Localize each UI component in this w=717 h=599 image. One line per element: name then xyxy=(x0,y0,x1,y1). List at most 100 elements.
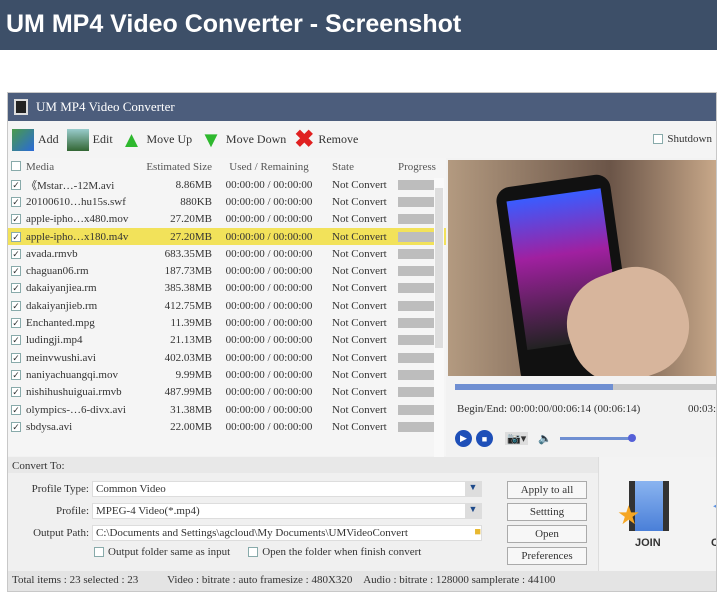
media-size: 9.99MB xyxy=(175,368,212,381)
add-button[interactable]: Add xyxy=(12,128,59,151)
volume-slider[interactable] xyxy=(559,434,636,442)
media-name: olympics-…6-divx.avi xyxy=(26,403,126,416)
header-progress[interactable]: Progress xyxy=(398,161,446,173)
row-checkbox[interactable]: ✓ xyxy=(11,283,21,294)
list-header: Media Estimated Size Used / Remaining St… xyxy=(8,158,446,176)
media-time: 00:00:00 / 00:00:00 xyxy=(225,282,313,295)
table-row[interactable]: ✓ naniyachuangqi.mov 9.99MB 00:00:00 / 0… xyxy=(8,366,446,383)
row-checkbox[interactable]: ✓ xyxy=(11,369,21,380)
table-row[interactable]: ✓ avada.rmvb 683.35MB 00:00:00 / 00:00:0… xyxy=(8,245,446,262)
row-checkbox[interactable]: ✓ xyxy=(11,248,21,259)
media-size: 27.20MB xyxy=(170,213,212,226)
media-state: Not Convert xyxy=(332,213,387,226)
setting-button[interactable]: Settting xyxy=(507,503,587,521)
media-time: 00:00:00 / 00:00:00 xyxy=(225,213,313,226)
output-path-value: C:\Documents and Settings\agcloud\My Doc… xyxy=(96,527,408,539)
status-total: Total items : 23 selected : 23 xyxy=(12,574,139,586)
folder-icon[interactable]: ■ xyxy=(474,526,481,538)
open-button[interactable]: Open xyxy=(507,525,587,543)
begin-end-time: Begin/End: 00:00:00/00:06:14 (00:06:14) xyxy=(457,403,641,415)
stop-icon[interactable]: ■ xyxy=(476,430,493,447)
star-icon: ★ xyxy=(617,501,641,530)
snapshot-camera-icon[interactable]: 📷▾ xyxy=(505,432,529,445)
header-used[interactable]: Used / Remaining xyxy=(218,161,320,173)
media-size: 683.35MB xyxy=(164,247,212,260)
convert-label: CO xyxy=(711,537,716,549)
table-row[interactable]: ✓ apple-ipho…x180.m4v 27.20MB 00:00:00 /… xyxy=(8,227,446,246)
media-state: Not Convert xyxy=(332,282,387,295)
scrollbar-thumb[interactable] xyxy=(435,188,443,348)
move-down-button[interactable]: ▼ Move Down xyxy=(200,127,286,153)
app-window: UM MP4 Video Converter Add Edit ▲ Move Up… xyxy=(7,92,717,592)
chevron-down-icon[interactable]: ▼ xyxy=(465,504,481,518)
table-row[interactable]: ✓ 《Mstar…-12M.avi 8.86MB 00:00:00 / 00:0… xyxy=(8,176,446,193)
media-name: dakaiyanjieb.rm xyxy=(26,299,98,312)
shutdown-checkbox[interactable]: Shutdown xyxy=(653,133,712,145)
select-all-checkbox[interactable] xyxy=(11,160,21,171)
row-checkbox[interactable]: ✓ xyxy=(11,266,21,277)
table-row[interactable]: ✓ 20100610…hu15s.swf 880KB 00:00:00 / 00… xyxy=(8,193,446,210)
media-time: 00:00:00 / 00:00:00 xyxy=(225,403,313,416)
header-state[interactable]: State xyxy=(320,161,398,173)
header-size[interactable]: Estimated Size xyxy=(136,161,218,173)
row-checkbox[interactable]: ✓ xyxy=(11,179,21,190)
table-row[interactable]: ✓ sbdysa.avi 22.00MB 00:00:00 / 00:00:00… xyxy=(8,418,446,435)
seek-bar[interactable] xyxy=(455,384,716,390)
output-path-field[interactable]: C:\Documents and Settings\agcloud\My Doc… xyxy=(92,525,482,541)
header-media[interactable]: Media xyxy=(26,161,136,173)
row-checkbox[interactable]: ✓ xyxy=(11,404,21,415)
media-time: 00:00:00 / 00:00:00 xyxy=(225,368,313,381)
preferences-button[interactable]: Preferences xyxy=(507,547,587,565)
list-scrollbar[interactable] xyxy=(434,178,444,458)
add-label: Add xyxy=(38,132,59,146)
table-row[interactable]: ✓ chaguan06.rm 187.73MB 00:00:00 / 00:00… xyxy=(8,262,446,279)
chevron-down-icon[interactable]: ▼ xyxy=(465,482,481,496)
table-row[interactable]: ✓ apple-ipho…x480.mov 27.20MB 00:00:00 /… xyxy=(8,211,446,228)
profile-type-select[interactable]: Common Video ▼ xyxy=(92,481,482,497)
media-name: naniyachuangqi.mov xyxy=(26,368,118,381)
table-row[interactable]: ✓ olympics-…6-divx.avi 31.38MB 00:00:00 … xyxy=(8,401,446,418)
table-row[interactable]: ✓ ludingji.mp4 21.13MB 00:00:00 / 00:00:… xyxy=(8,332,446,349)
media-state: Not Convert xyxy=(332,299,387,312)
table-row[interactable]: ✓ Enchanted.mpg 11.39MB 00:00:00 / 00:00… xyxy=(8,314,446,331)
row-checkbox[interactable]: ✓ xyxy=(11,196,21,207)
volume-icon: 🔈 xyxy=(538,433,552,445)
profile-select[interactable]: MPEG-4 Video(*.mp4) ▼ xyxy=(92,503,482,519)
table-row[interactable]: ✓ dakaiyanjieb.rm 412.75MB 00:00:00 / 00… xyxy=(8,297,446,314)
arrow-up-icon: ▲ xyxy=(120,126,143,152)
row-checkbox[interactable]: ✓ xyxy=(11,231,21,242)
table-row[interactable]: ✓ nishihushuiguai.rmvb 487.99MB 00:00:00… xyxy=(8,384,446,401)
row-checkbox[interactable]: ✓ xyxy=(11,300,21,311)
convert-to-label: Convert To: xyxy=(8,457,598,473)
row-checkbox[interactable]: ✓ xyxy=(11,352,21,363)
edit-button[interactable]: Edit xyxy=(66,128,113,151)
row-checkbox[interactable]: ✓ xyxy=(11,318,21,329)
media-size: 8.86MB xyxy=(175,178,212,191)
media-size: 21.13MB xyxy=(170,334,212,347)
remove-button[interactable]: ✖ Remove xyxy=(294,125,358,154)
media-name: Enchanted.mpg xyxy=(26,317,95,330)
media-state: Not Convert xyxy=(332,403,387,416)
title-bar: UM MP4 Video Converter xyxy=(8,93,716,121)
move-up-button[interactable]: ▲ Move Up xyxy=(121,127,192,153)
table-row[interactable]: ✓ dakaiyanjiea.rm 385.38MB 00:00:00 / 00… xyxy=(8,280,446,297)
row-checkbox[interactable]: ✓ xyxy=(11,387,21,398)
play-icon[interactable]: ▶ xyxy=(455,430,472,447)
media-state: Not Convert xyxy=(332,334,387,347)
media-state: Not Convert xyxy=(332,178,387,191)
row-checkbox[interactable]: ✓ xyxy=(11,421,21,432)
status-audio: Audio : bitrate : 128000 samplerate : 44… xyxy=(363,574,556,586)
convert-arrow-icon: ◀ xyxy=(713,487,716,522)
apply-to-all-button[interactable]: Apply to all xyxy=(507,481,587,499)
same-folder-checkbox[interactable] xyxy=(94,547,104,557)
media-size: 880KB xyxy=(180,195,212,208)
row-checkbox[interactable]: ✓ xyxy=(11,335,21,346)
media-name: chaguan06.rm xyxy=(26,265,89,278)
table-row[interactable]: ✓ meinvwushi.avi 402.03MB 00:00:00 / 00:… xyxy=(8,349,446,366)
media-name: 20100610…hu15s.swf xyxy=(26,195,126,208)
open-folder-checkbox[interactable] xyxy=(248,547,259,557)
row-checkbox[interactable]: ✓ xyxy=(11,214,21,225)
media-time: 00:00:00 / 00:00:00 xyxy=(225,420,313,433)
checkbox[interactable] xyxy=(653,134,664,144)
action-panel: ★ JOIN ◀ CO xyxy=(598,457,716,571)
